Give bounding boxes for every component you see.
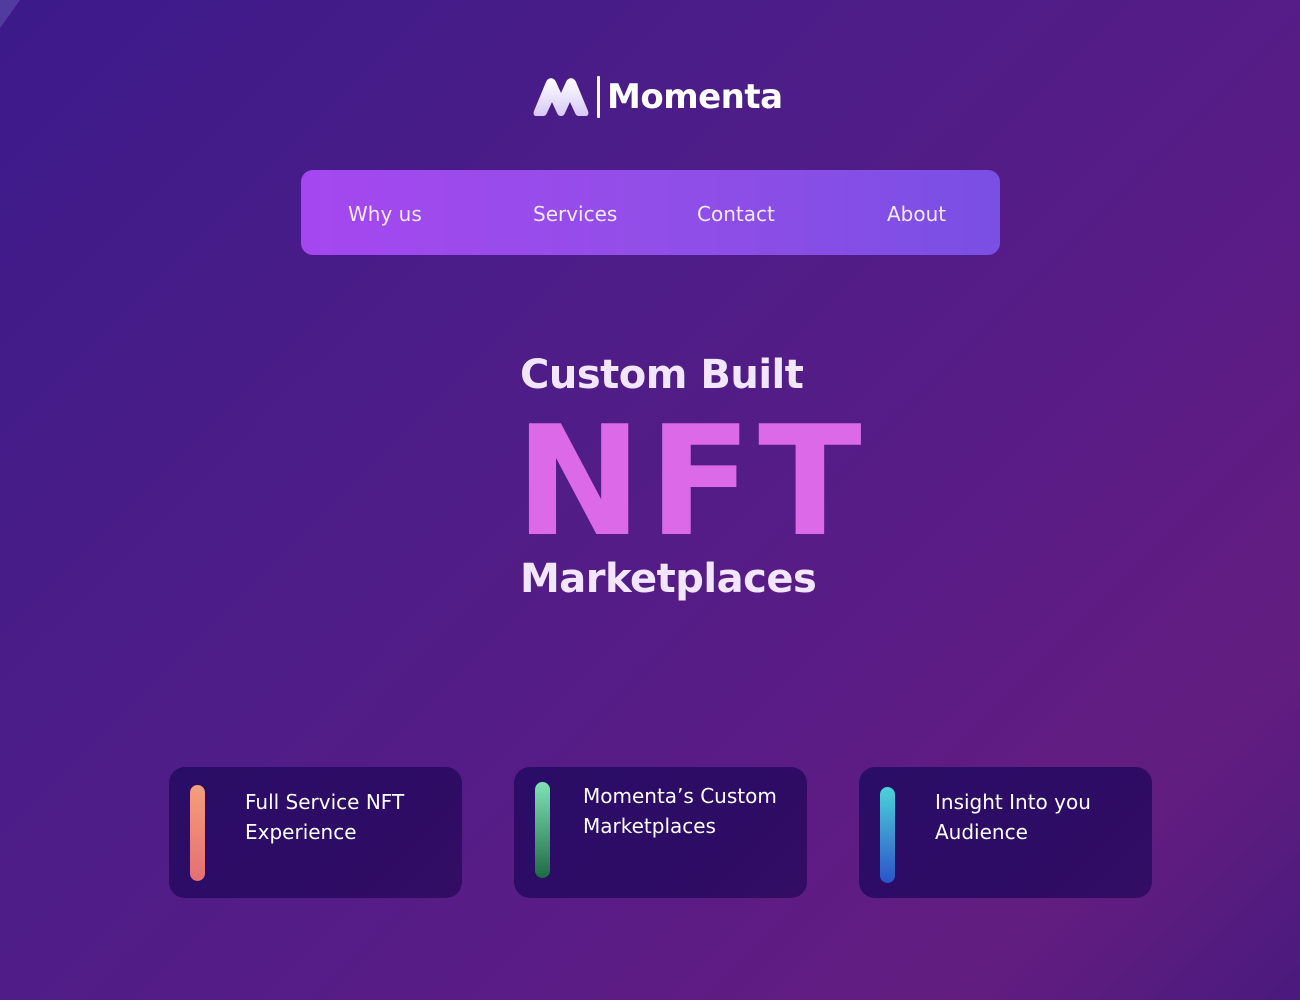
card-title: Insight Into you Audience [935,790,1091,844]
card-accent-bar [535,782,550,878]
nav-item-contact[interactable]: Contact [697,170,775,255]
main-nav: Why us Services Contact About [301,170,1000,255]
feature-card-full-service[interactable]: Full Service NFT Experience [169,767,462,898]
hero-heading-nft: NFT [515,393,868,570]
hero-heading-custom-built: Custom Built [520,352,804,398]
logo-text: Momenta [607,77,783,117]
m-logo-icon [533,78,589,116]
card-title: Momenta’s Custom Marketplaces [583,784,777,838]
card-accent-bar [880,787,895,883]
corner-accent [0,0,20,28]
nav-item-services[interactable]: Services [533,170,617,255]
feature-card-custom-marketplaces[interactable]: Momenta’s Custom Marketplaces [514,767,807,898]
card-accent-bar [190,785,205,881]
feature-card-audience-insight[interactable]: Insight Into you Audience [859,767,1152,898]
nav-item-why-us[interactable]: Why us [348,170,422,255]
logo[interactable]: Momenta [532,74,783,120]
nav-item-about[interactable]: About [887,170,946,255]
card-title: Full Service NFT Experience [245,790,405,844]
logo-divider [597,76,600,118]
hero-heading-marketplaces: Marketplaces [520,556,817,602]
